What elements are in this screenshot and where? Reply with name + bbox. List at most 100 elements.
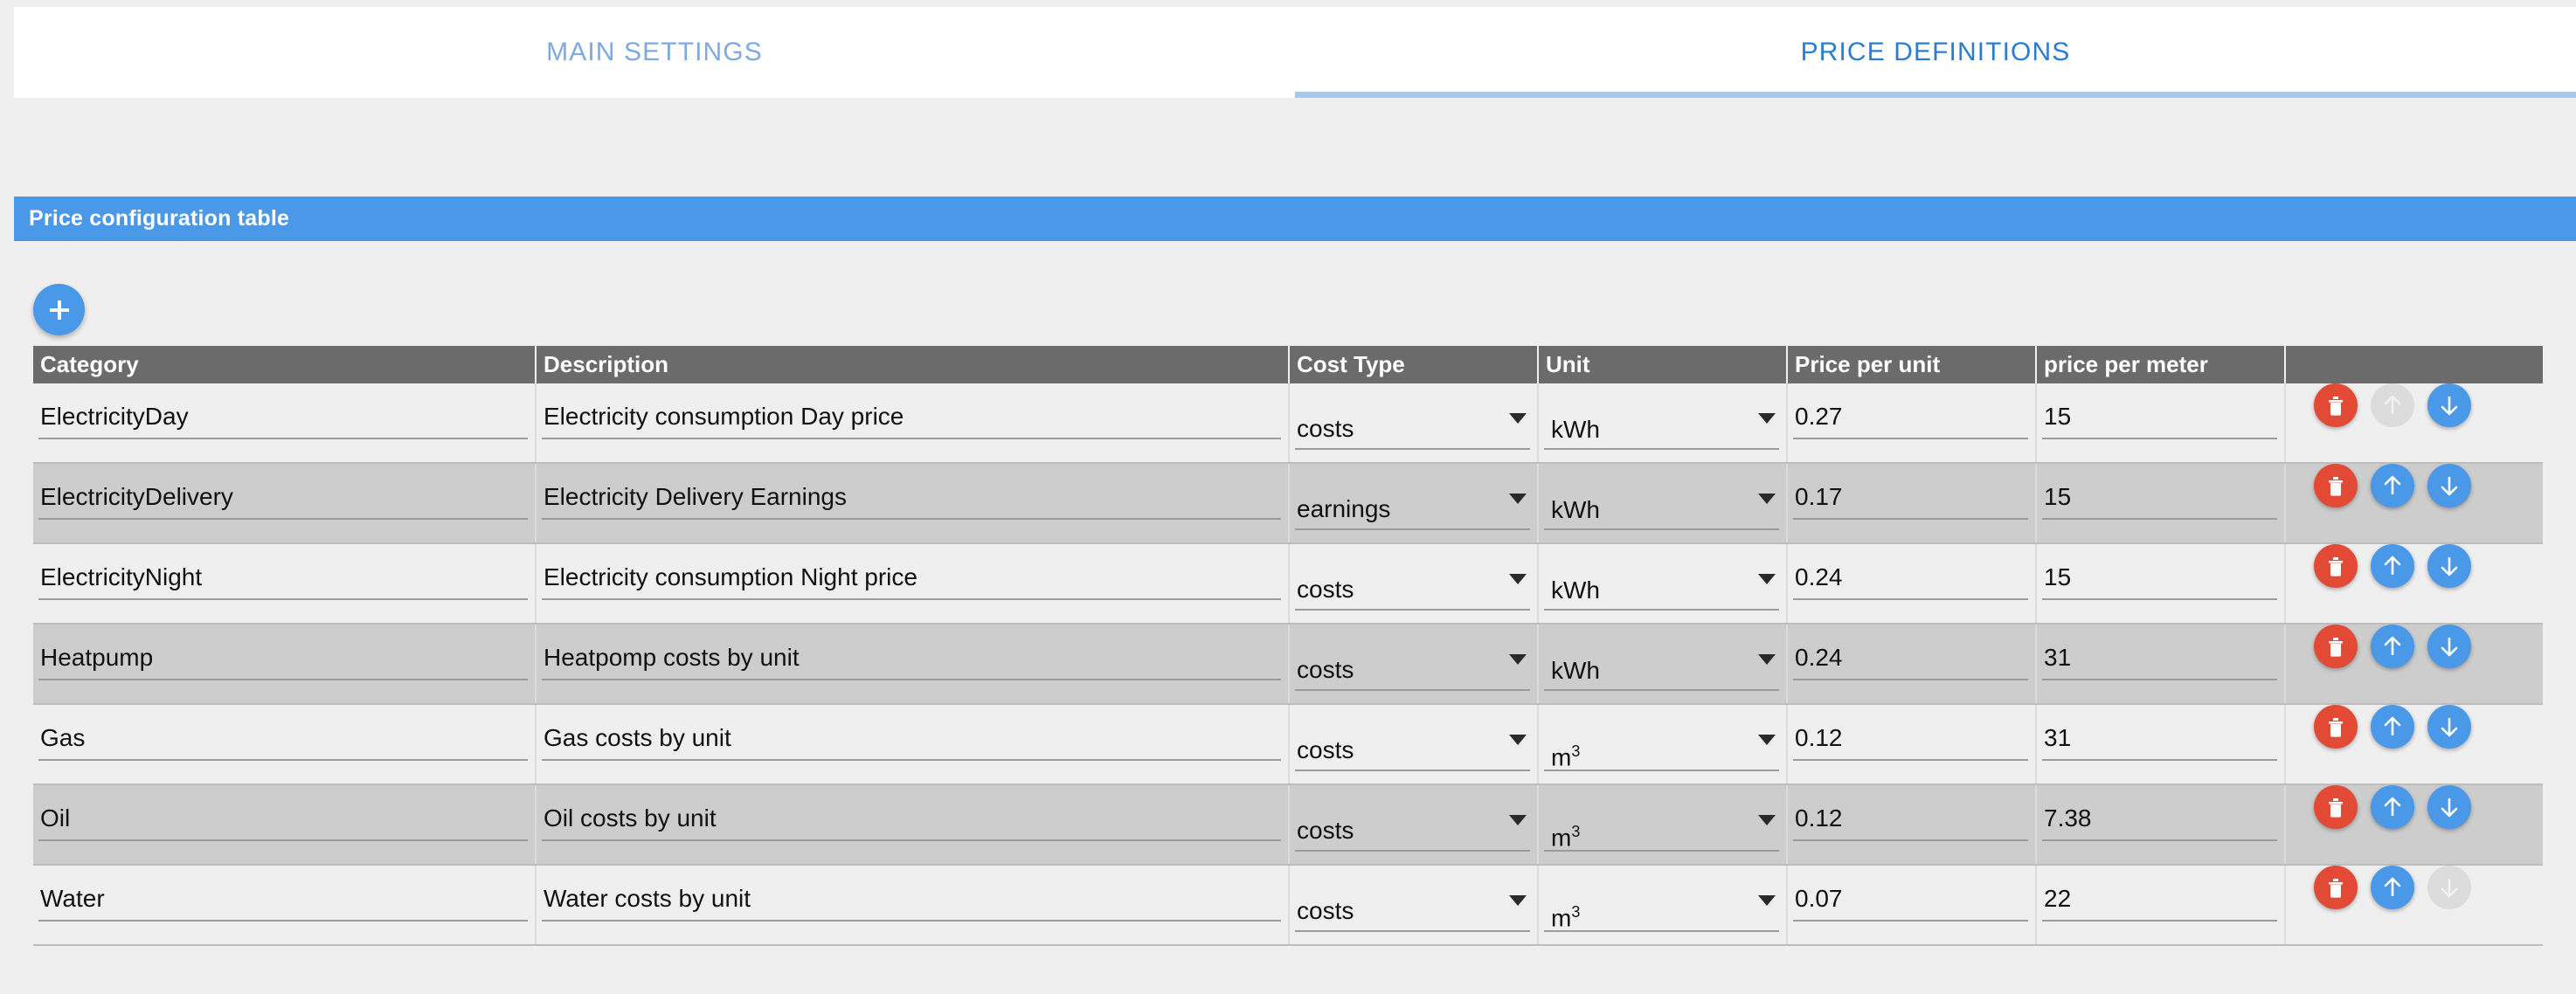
trash-icon bbox=[2325, 876, 2346, 899]
arrow-down-icon bbox=[2438, 876, 2461, 899]
cell-price-per-unit bbox=[1788, 625, 2037, 703]
tab-price-definitions-label: PRICE DEFINITIONS bbox=[1800, 38, 2071, 66]
cell-price-per-meter bbox=[2037, 625, 2286, 703]
price-per-meter-input[interactable] bbox=[2042, 801, 2277, 841]
move-row-up-button[interactable] bbox=[2371, 866, 2414, 909]
price-per-meter-input[interactable] bbox=[2042, 721, 2277, 761]
cost-type-select[interactable]: costsearnings bbox=[1295, 652, 1530, 691]
category-input[interactable] bbox=[38, 560, 528, 600]
table-row: costsearningskWhm³kWh bbox=[33, 544, 2543, 625]
cell-cost-type: costsearnings bbox=[1290, 383, 1539, 462]
arrow-up-icon bbox=[2381, 876, 2404, 899]
unit-select[interactable]: kWhm³ bbox=[1544, 733, 1779, 771]
price-per-meter-input[interactable] bbox=[2042, 640, 2277, 680]
price-per-unit-input[interactable] bbox=[1793, 721, 2028, 761]
cost-type-select[interactable]: costsearnings bbox=[1295, 572, 1530, 611]
cost-type-select[interactable]: costsearnings bbox=[1295, 733, 1530, 771]
price-per-meter-input[interactable] bbox=[2042, 480, 2277, 520]
price-per-unit-input[interactable] bbox=[1793, 881, 2028, 922]
arrow-down-icon bbox=[2438, 394, 2461, 417]
move-row-down-button[interactable] bbox=[2427, 785, 2471, 829]
arrow-down-icon bbox=[2438, 474, 2461, 497]
delete-row-button[interactable] bbox=[2314, 785, 2358, 829]
price-per-meter-input[interactable] bbox=[2042, 881, 2277, 922]
delete-row-button[interactable] bbox=[2314, 866, 2358, 909]
price-per-unit-input[interactable] bbox=[1793, 399, 2028, 439]
cell-actions bbox=[2286, 705, 2543, 783]
table-row: costsearningskWhm³m3 bbox=[33, 785, 2543, 866]
cell-unit: kWhm³m3 bbox=[1539, 785, 1788, 864]
unit-select[interactable]: kWhm³ bbox=[1544, 572, 1779, 611]
delete-row-button[interactable] bbox=[2314, 464, 2358, 507]
price-configuration-table: Category Description Cost Type Unit Pric… bbox=[33, 346, 2543, 946]
cell-price-per-meter bbox=[2037, 866, 2286, 944]
cell-price-per-meter bbox=[2037, 785, 2286, 864]
move-row-down-button[interactable] bbox=[2427, 464, 2471, 507]
price-per-unit-input[interactable] bbox=[1793, 640, 2028, 680]
trash-icon bbox=[2325, 474, 2346, 497]
description-input[interactable] bbox=[542, 560, 1281, 600]
cell-description bbox=[537, 705, 1290, 783]
move-row-down-button[interactable] bbox=[2427, 625, 2471, 668]
cell-price-per-unit bbox=[1788, 464, 2037, 542]
move-row-up-button[interactable] bbox=[2371, 464, 2414, 507]
arrow-down-icon bbox=[2438, 555, 2461, 577]
move-row-down-button[interactable] bbox=[2427, 705, 2471, 749]
move-row-up-button[interactable] bbox=[2371, 544, 2414, 588]
table-body: costsearningskWhm³kWhcostsearningskWhm³k… bbox=[33, 383, 2543, 946]
trash-icon bbox=[2325, 796, 2346, 818]
move-row-up-button[interactable] bbox=[2371, 785, 2414, 829]
tab-main-settings[interactable]: MAIN SETTINGS bbox=[14, 7, 1295, 98]
category-input[interactable] bbox=[38, 721, 528, 761]
description-input[interactable] bbox=[542, 399, 1281, 439]
cost-type-select[interactable]: costsearnings bbox=[1295, 813, 1530, 852]
description-input[interactable] bbox=[542, 640, 1281, 680]
cell-unit: kWhm³kWh bbox=[1539, 625, 1788, 703]
price-per-meter-input[interactable] bbox=[2042, 560, 2277, 600]
move-row-up-button[interactable] bbox=[2371, 705, 2414, 749]
category-input[interactable] bbox=[38, 480, 528, 520]
tab-price-definitions[interactable]: PRICE DEFINITIONS bbox=[1295, 7, 2576, 98]
description-input[interactable] bbox=[542, 721, 1281, 761]
move-row-up-button[interactable] bbox=[2371, 625, 2414, 668]
cell-price-per-meter bbox=[2037, 383, 2286, 462]
unit-select[interactable]: kWhm³ bbox=[1544, 652, 1779, 691]
category-input[interactable] bbox=[38, 399, 528, 439]
description-input[interactable] bbox=[542, 480, 1281, 520]
category-input[interactable] bbox=[38, 801, 528, 841]
unit-select[interactable]: kWhm³ bbox=[1544, 492, 1779, 530]
description-input[interactable] bbox=[542, 801, 1281, 841]
move-row-down-button[interactable] bbox=[2427, 383, 2471, 427]
cell-cost-type: costsearnings bbox=[1290, 785, 1539, 864]
cell-unit: kWhm³m3 bbox=[1539, 866, 1788, 944]
add-row-button[interactable] bbox=[33, 284, 85, 335]
unit-select[interactable]: kWhm³ bbox=[1544, 813, 1779, 852]
price-per-unit-input[interactable] bbox=[1793, 480, 2028, 520]
cell-description bbox=[537, 785, 1290, 864]
unit-select[interactable]: kWhm³ bbox=[1544, 894, 1779, 932]
price-per-meter-input[interactable] bbox=[2042, 399, 2277, 439]
column-header-unit: Unit bbox=[1539, 346, 1788, 383]
move-row-down-button[interactable] bbox=[2427, 544, 2471, 588]
cell-cost-type: costsearnings bbox=[1290, 625, 1539, 703]
delete-row-button[interactable] bbox=[2314, 625, 2358, 668]
delete-row-button[interactable] bbox=[2314, 705, 2358, 749]
category-input[interactable] bbox=[38, 881, 528, 922]
category-input[interactable] bbox=[38, 640, 528, 680]
cost-type-select[interactable]: costsearnings bbox=[1295, 492, 1530, 530]
arrow-down-icon bbox=[2438, 796, 2461, 818]
cell-actions bbox=[2286, 464, 2543, 542]
cell-price-per-unit bbox=[1788, 785, 2037, 864]
description-input[interactable] bbox=[542, 881, 1281, 922]
cell-price-per-meter bbox=[2037, 544, 2286, 623]
price-per-unit-input[interactable] bbox=[1793, 801, 2028, 841]
cell-price-per-unit bbox=[1788, 544, 2037, 623]
trash-icon bbox=[2325, 394, 2346, 417]
price-per-unit-input[interactable] bbox=[1793, 560, 2028, 600]
cost-type-select[interactable]: costsearnings bbox=[1295, 411, 1530, 450]
cost-type-select[interactable]: costsearnings bbox=[1295, 894, 1530, 932]
delete-row-button[interactable] bbox=[2314, 383, 2358, 427]
unit-select[interactable]: kWhm³ bbox=[1544, 411, 1779, 450]
delete-row-button[interactable] bbox=[2314, 544, 2358, 588]
cell-actions bbox=[2286, 785, 2543, 864]
